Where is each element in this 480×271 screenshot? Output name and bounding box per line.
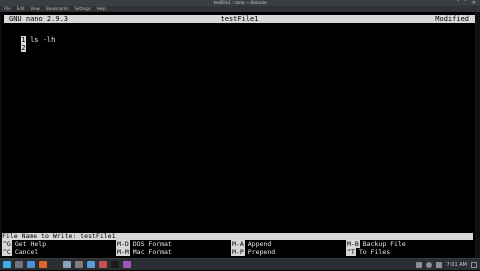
shortcut-dos-format[interactable]: M-D DOS Format xyxy=(116,240,172,248)
nano-header: GNU nano 2.9.3 testFile1 Modified xyxy=(4,15,475,23)
system-tray: 7:01 AM xyxy=(416,259,477,271)
shortcut-label: Cancel xyxy=(14,248,39,256)
app-icon[interactable] xyxy=(99,261,107,268)
shortcut-prepend[interactable]: M-P Prepend xyxy=(231,248,275,256)
shortcut-append[interactable]: M-A Append xyxy=(231,240,271,248)
shortcut-bar: ^G Get Help M-D DOS Format M-A Append M-B Ba… xyxy=(2,240,473,256)
prompt-text: File Name to Write: testFile1 xyxy=(2,232,116,240)
shortcut-label: Get Help xyxy=(14,240,47,248)
shortcut-label: Append xyxy=(247,240,272,248)
shortcut-key: ^T xyxy=(346,248,356,256)
desktop-icon[interactable] xyxy=(15,261,23,268)
taskbar: 7:01 AM xyxy=(0,258,480,270)
shortcut-key: ^G xyxy=(2,240,12,248)
shortcut-label: Prepend xyxy=(247,248,276,256)
nano-modified-status: Modified xyxy=(435,15,469,23)
terminal-icon[interactable] xyxy=(51,261,59,268)
write-prompt[interactable]: File Name to Write: testFile1 xyxy=(2,233,473,240)
show-desktop-icon[interactable] xyxy=(471,262,477,268)
shortcut-key: M-B xyxy=(346,240,360,248)
browser-icon[interactable] xyxy=(39,261,47,268)
shortcut-cancel[interactable]: ^C Cancel xyxy=(2,248,38,256)
volume-icon[interactable] xyxy=(426,262,433,268)
shortcut-label: To Files xyxy=(358,248,391,256)
terminal-area[interactable]: GNU nano 2.9.3 testFile1 Modified 1 ls -… xyxy=(0,12,480,258)
shortcut-key: M-M xyxy=(116,248,130,256)
app-icon[interactable] xyxy=(123,261,131,268)
battery-icon[interactable] xyxy=(436,262,443,268)
line-text: ls -lh xyxy=(30,36,56,44)
terminal-icon[interactable] xyxy=(111,261,119,268)
editor-line[interactable]: 1 ls -lh xyxy=(4,28,55,44)
clock[interactable]: 7:01 AM xyxy=(446,262,467,268)
nano-filename: testFile1 xyxy=(220,15,259,23)
shortcut-backup-file[interactable]: M-B Backup File xyxy=(346,240,406,248)
shortcut-label: Backup File xyxy=(362,240,406,248)
shortcut-key: ^C xyxy=(2,248,12,256)
network-icon[interactable] xyxy=(416,262,423,268)
editor-line[interactable]: 2 xyxy=(4,36,30,52)
shortcut-key: M-P xyxy=(231,248,245,256)
app-icon[interactable] xyxy=(87,261,95,268)
shortcut-key: M-A xyxy=(231,240,245,248)
shortcut-key: M-D xyxy=(116,240,130,248)
app-launcher-icon[interactable] xyxy=(3,261,11,268)
shortcut-to-files[interactable]: ^T To Files xyxy=(346,248,390,256)
shortcut-label: DOS Format xyxy=(132,240,172,248)
shortcut-mac-format[interactable]: M-M Mac Format xyxy=(116,248,172,256)
files-icon[interactable] xyxy=(27,261,35,268)
shortcut-get-help[interactable]: ^G Get Help xyxy=(2,240,46,248)
terminal-scrollbar[interactable] xyxy=(475,12,480,258)
settings-icon[interactable] xyxy=(75,261,83,268)
shortcut-label: Mac Format xyxy=(132,248,172,256)
text-editor-icon[interactable] xyxy=(63,261,71,268)
line-number: 2 xyxy=(20,44,26,52)
